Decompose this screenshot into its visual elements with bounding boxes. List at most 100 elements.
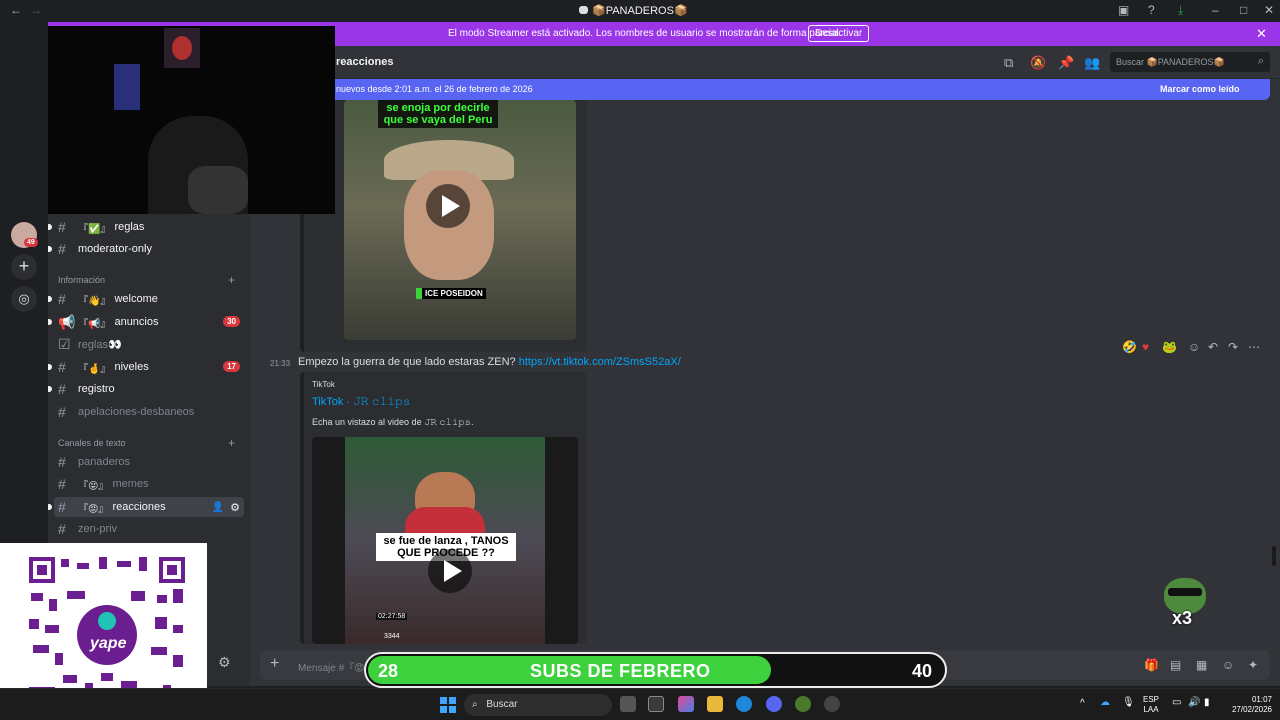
emoji-icon[interactable]: ☺ <box>1222 658 1234 672</box>
user-settings-icon[interactable]: ⚙ <box>218 654 231 671</box>
store-icon[interactable] <box>648 696 664 712</box>
channel-moderator-only[interactable]: # moderator-only <box>48 239 244 259</box>
notification-off-icon[interactable]: 🔕 <box>1030 55 1046 71</box>
channel-memes[interactable]: # 『😝』 memes <box>54 474 244 494</box>
task-view-icon[interactable] <box>620 696 636 712</box>
unread-indicator <box>48 224 52 230</box>
channel-niveles[interactable]: # 『🤞』 niveles 17 <box>48 357 244 377</box>
video-thumbnail[interactable]: se fue de lanza , TANOS QUE PROCEDE ?? 0… <box>312 437 578 644</box>
volume-icon[interactable]: 🔊 <box>1188 698 1200 708</box>
disable-streamer-button[interactable]: Desactivar <box>808 25 870 42</box>
discover-icon[interactable]: ◎ <box>11 286 37 312</box>
unread-indicator <box>48 319 52 325</box>
scrollbar-thumb[interactable] <box>1272 546 1276 566</box>
search-icon: ⌕ <box>1257 55 1264 67</box>
channel-label: reglas👀 <box>78 338 122 351</box>
channel-label: registro <box>78 383 115 395</box>
windows-start-icon[interactable] <box>440 697 456 713</box>
maximize-icon[interactable]: □ <box>1240 3 1247 17</box>
channel-reacciones[interactable]: # 『😡』 reacciones 👤 ⚙ <box>48 497 244 517</box>
channel-registro[interactable]: # registro <box>48 379 244 399</box>
window-title: 📦PANADEROS📦 <box>592 5 688 17</box>
add-server-icon[interactable]: + <box>11 254 37 280</box>
tray-chevron-icon[interactable]: ^ <box>1080 699 1085 709</box>
app-icon[interactable] <box>795 696 811 712</box>
channel-reglas[interactable]: # 『✅』 reglas <box>48 217 244 237</box>
obs-icon[interactable] <box>824 696 840 712</box>
hash-icon: # <box>58 499 66 515</box>
message-link[interactable]: https://vt.tiktok.com/ZSmsS52aX/ <box>519 356 681 368</box>
video-thumbnail[interactable]: se enoja por decirle que se vaya del Per… <box>344 100 576 340</box>
clock[interactable]: 01:07 27/02/2026 <box>1222 695 1272 715</box>
add-channel-icon[interactable]: + <box>228 273 235 287</box>
channel-reglas-rules[interactable]: ☑ reglas👀 <box>54 334 244 354</box>
attach-icon[interactable]: + <box>270 655 279 673</box>
video-caption: se enoja por decirle que se vaya del Per… <box>378 100 498 128</box>
gear-icon[interactable]: ⚙ <box>230 501 240 514</box>
add-channel-icon[interactable]: + <box>228 436 235 450</box>
channel-label: reacciones <box>112 501 166 513</box>
forward-icon[interactable]: → <box>30 3 42 17</box>
taskbar-search[interactable]: ⌕ Buscar <box>464 694 612 716</box>
unread-indicator <box>48 246 52 252</box>
category-canales-texto[interactable]: Canales de texto <box>58 438 126 448</box>
hash-icon: # <box>58 521 66 537</box>
discord-icon[interactable] <box>766 696 782 712</box>
invite-icon[interactable]: 👤 <box>212 502 224 513</box>
back-icon[interactable]: ← <box>10 3 22 17</box>
threads-icon[interactable]: ⧉ <box>1004 55 1013 71</box>
inbox-icon[interactable]: ▣ <box>1118 3 1129 17</box>
search-input[interactable]: Buscar 📦PANADEROS📦 ⌕ <box>1110 52 1270 72</box>
poster-face <box>172 36 192 60</box>
video-watermark: ICE POSEIDON <box>416 288 486 299</box>
more-icon[interactable]: ⋯ <box>1248 340 1260 354</box>
channel-label: reglas <box>114 221 145 233</box>
sticker-icon[interactable]: ▦ <box>1196 658 1207 672</box>
clock-date: 27/02/2026 <box>1231 705 1272 714</box>
poster-shape <box>164 28 200 68</box>
onedrive-icon[interactable]: ☁ <box>1100 698 1110 708</box>
laugh-reaction-icon[interactable]: 🤣 <box>1122 340 1137 354</box>
window-close-icon[interactable]: ✕ <box>1264 3 1274 17</box>
category-informacion[interactable]: Información <box>58 275 105 285</box>
close-icon[interactable]: ✕ <box>1256 26 1267 42</box>
battery-icon[interactable]: ▮ <box>1204 698 1210 708</box>
network-icon[interactable]: ▭ <box>1172 698 1181 708</box>
video-stream-time: 02:27:58 <box>376 613 408 620</box>
language-indicator[interactable]: ESP LAA <box>1140 695 1162 715</box>
hash-icon: # <box>58 219 66 235</box>
embed-title[interactable]: TikTok · 𝙹𝚁 𝚌𝚕𝚒𝚙𝚜 <box>312 396 411 409</box>
new-messages-bar[interactable]: nuevos desde 2:01 a.m. el 26 de febrero … <box>330 79 1270 100</box>
channel-anuncios[interactable]: 📢 『📢』 anuncios 30 <box>48 312 244 332</box>
pepe-reaction-icon[interactable]: 🐸 <box>1162 340 1177 354</box>
pin-icon[interactable]: 📌 <box>1058 55 1074 71</box>
minimize-icon[interactable]: – <box>1212 3 1219 17</box>
unread-indicator <box>48 296 52 302</box>
message-actions: 🤣 ♥ 🐸 ☺ ↶ ↷ ⋯ <box>1122 340 1262 358</box>
apps-icon[interactable]: ✦ <box>1248 658 1258 672</box>
members-icon[interactable]: 👥 <box>1084 55 1100 71</box>
chat-area: reacciones ⧉ 🔕 📌 👥 Buscar 📦PANADEROS📦 ⌕ … <box>250 46 1280 686</box>
download-icon[interactable]: ⤓ <box>1178 3 1183 18</box>
play-icon[interactable] <box>428 549 472 593</box>
heart-reaction-icon[interactable]: ♥ <box>1142 340 1149 354</box>
channel-apelaciones[interactable]: # apelaciones-desbaneos <box>54 402 244 422</box>
channel-zen-priv[interactable]: # zen-priv <box>54 519 244 539</box>
forward-icon[interactable]: ↷ <box>1228 340 1238 354</box>
reply-icon[interactable]: ↶ <box>1208 340 1218 354</box>
edge-icon[interactable] <box>736 696 752 712</box>
gift-icon[interactable]: 🎁 <box>1144 658 1159 672</box>
channel-panaderos[interactable]: # panaderos <box>54 452 244 472</box>
file-explorer-icon[interactable] <box>707 696 723 712</box>
gif-icon[interactable]: ▤ <box>1170 658 1181 672</box>
mic-icon[interactable]: 🎙 <box>1122 698 1135 708</box>
channel-emoji: 『😝』 <box>78 480 109 492</box>
add-reaction-icon[interactable]: ☺ <box>1188 340 1200 354</box>
play-icon[interactable] <box>426 184 470 228</box>
shirt-shape <box>188 166 248 214</box>
channel-label: panaderos <box>78 456 130 468</box>
mark-as-read-button[interactable]: Marcar como leído <box>1160 84 1240 94</box>
channel-welcome[interactable]: # 『👋』 welcome <box>48 289 244 309</box>
copilot-icon[interactable] <box>678 696 694 712</box>
help-icon[interactable]: ? <box>1148 3 1155 17</box>
